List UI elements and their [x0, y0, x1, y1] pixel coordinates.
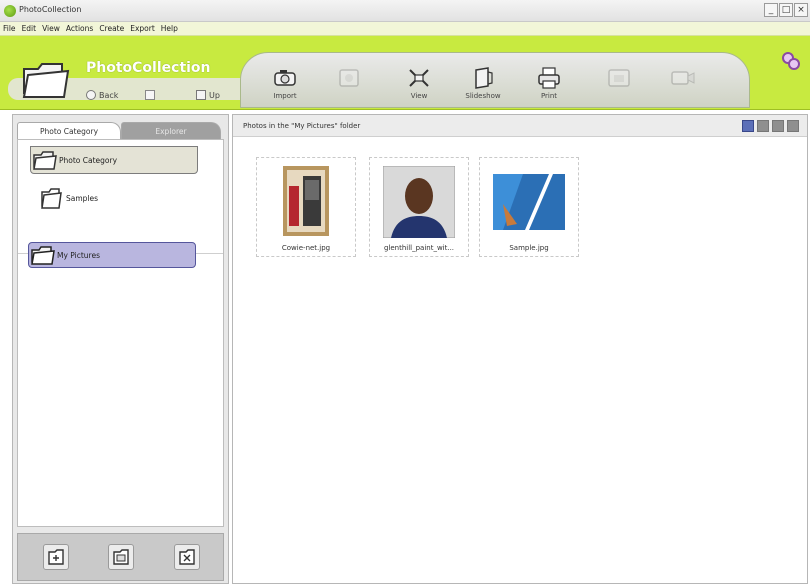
sidebar: Photo Category Explorer Photo Category S… — [12, 114, 229, 584]
new-folder-button[interactable] — [43, 544, 69, 570]
slideshow-label: Slideshow — [465, 92, 501, 100]
app-name: PhotoCollection — [86, 60, 211, 76]
import-label: Import — [273, 92, 297, 100]
window-title: PhotoCollection — [19, 5, 82, 14]
up-button[interactable]: Up — [196, 90, 220, 100]
print-button[interactable]: Print — [526, 66, 572, 108]
new-folder-icon — [48, 549, 64, 565]
rename-folder-icon — [113, 549, 129, 565]
delete-folder-icon — [179, 549, 195, 565]
photo-thumbnail[interactable]: Cowie-net.jpg — [256, 157, 356, 257]
folder-icon — [31, 246, 55, 265]
view-label: View — [410, 92, 428, 100]
photo-icon — [339, 69, 359, 87]
menu-actions[interactable]: Actions — [66, 24, 93, 33]
print-label: Print — [540, 92, 558, 100]
share-button[interactable] — [596, 66, 642, 108]
photo-caption: glenthill_paint_wit... — [383, 244, 455, 252]
video-button[interactable] — [660, 66, 706, 108]
photo-image — [283, 166, 329, 236]
menu-file[interactable]: File — [3, 24, 16, 33]
folder-logo-icon — [22, 63, 70, 98]
rename-folder-button[interactable] — [108, 544, 134, 570]
window-controls: _ □ × — [764, 3, 808, 17]
tab-explorer[interactable]: Explorer — [121, 122, 221, 139]
menu-export[interactable]: Export — [130, 24, 155, 33]
sidebar-tabs: Photo Category Explorer — [17, 119, 222, 139]
slideshow-icon — [475, 67, 493, 89]
photo-caption: Cowie-net.jpg — [281, 244, 331, 252]
view-icon — [409, 69, 429, 87]
photo-button[interactable] — [326, 66, 372, 108]
menu-view[interactable]: View — [42, 24, 60, 33]
delete-folder-button[interactable] — [174, 544, 200, 570]
folder-title: Photos in the "My Pictures" folder — [243, 122, 361, 130]
video-icon — [671, 71, 695, 85]
sidebar-bottom-bar — [17, 533, 224, 581]
menu-bar: File Edit View Actions Create Export Hel… — [0, 22, 810, 36]
tab-photo-category[interactable]: Photo Category — [17, 122, 121, 139]
slideshow-button[interactable]: Slideshow — [460, 66, 506, 108]
tree-node-label: Photo Category — [59, 155, 118, 165]
import-button[interactable]: Import — [262, 66, 308, 108]
back-button[interactable]: Back — [86, 90, 118, 100]
back-icon — [86, 90, 96, 100]
link-icon[interactable] — [780, 50, 802, 72]
menu-edit[interactable]: Edit — [22, 24, 37, 33]
tree-node-my-pictures[interactable]: My Pictures — [28, 242, 196, 268]
photo-image — [493, 174, 565, 230]
tree-node-samples[interactable]: Samples — [38, 184, 98, 212]
browser-header: Photos in the "My Pictures" folder — [233, 115, 807, 137]
folder-icon — [33, 151, 57, 170]
maximize-button[interactable]: □ — [779, 3, 793, 17]
app-icon — [4, 5, 16, 17]
tree-node-label: Samples — [66, 193, 99, 203]
details-view-icon[interactable] — [787, 120, 799, 132]
photo-image — [383, 166, 455, 238]
history-dropdown[interactable] — [145, 90, 155, 100]
share-icon — [608, 69, 630, 87]
view-mode-buttons — [742, 120, 799, 132]
title-bar: PhotoCollection _ □ × — [0, 0, 810, 22]
category-tree: Photo Category Samples My Pictures — [17, 139, 224, 527]
camera-icon — [274, 70, 296, 86]
close-button[interactable]: × — [794, 3, 808, 17]
tree-node-photo-category[interactable]: Photo Category — [30, 146, 198, 174]
photo-thumbnail[interactable]: glenthill_paint_wit... — [369, 157, 469, 257]
printer-icon — [538, 67, 560, 89]
large-thumbnails-icon[interactable] — [742, 120, 754, 132]
view-button[interactable]: View — [396, 66, 442, 108]
photo-browser: Photos in the "My Pictures" folder Cowie… — [232, 114, 808, 584]
list-view-icon[interactable] — [772, 120, 784, 132]
minimize-button[interactable]: _ — [764, 3, 778, 17]
menu-create[interactable]: Create — [99, 24, 124, 33]
photo-caption: Sample.jpg — [509, 244, 549, 252]
back-label: Back — [99, 90, 119, 100]
small-thumbnails-icon[interactable] — [757, 120, 769, 132]
folder-icon — [41, 188, 62, 209]
up-label: Up — [209, 90, 220, 100]
photo-thumbnail[interactable]: Sample.jpg — [479, 157, 579, 257]
up-icon — [196, 90, 206, 100]
menu-help[interactable]: Help — [161, 24, 178, 33]
tree-node-label: My Pictures — [57, 250, 100, 260]
